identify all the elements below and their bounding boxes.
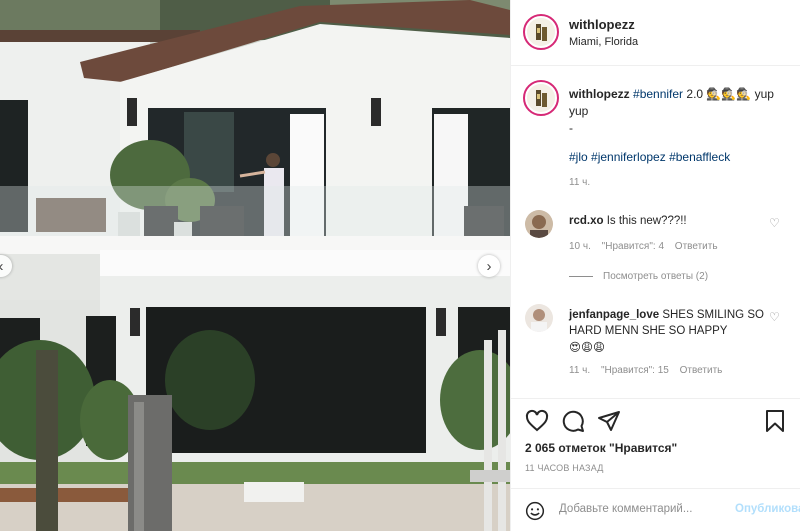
caption-hashtag-bennifer[interactable]: #bennifer <box>633 87 683 101</box>
comment-input[interactable]: Добавьте комментарий... <box>559 503 719 515</box>
caption-hashtags[interactable]: #jlo #jenniferlopez #benaffleck <box>569 149 779 166</box>
comment-text-block: jenfanpage_love SHES SMILING SO HARD MEN… <box>569 307 769 356</box>
comment-text-block: rcd.xo Is this new???!! <box>569 213 769 229</box>
post-timestamp[interactable]: 11 ЧАСОВ НАЗАД <box>525 463 604 473</box>
caption-avatar[interactable] <box>523 80 559 116</box>
view-replies-button[interactable]: Посмотреть ответы (2) <box>569 271 708 282</box>
comment-likes[interactable]: "Нравится": 4 <box>602 241 664 252</box>
comment-username[interactable]: jenfanpage_love <box>569 309 659 321</box>
next-photo-button[interactable]: › <box>478 255 500 277</box>
comment-time[interactable]: 10 ч. <box>569 241 591 252</box>
post-header: withlopezz Miami, Florida <box>511 0 800 66</box>
add-comment-bar: Добавьте комментарий... Опубликовать <box>511 488 800 531</box>
post-location[interactable]: Miami, Florida <box>569 36 638 48</box>
comment-likes[interactable]: "Нравится": 15 <box>601 365 669 376</box>
caption-text-block: withlopezz #bennifer 2.0 🕵🕵🕵 yup yup - #… <box>569 86 779 191</box>
comment-text: Is this new???!! <box>606 215 687 227</box>
commenter-avatar[interactable] <box>525 304 553 332</box>
caption-username[interactable]: withlopezz <box>569 87 630 101</box>
comment-time[interactable]: 11 ч. <box>569 365 590 376</box>
post-side-panel: withlopezz Miami, Florida withlopezz #be… <box>510 0 800 531</box>
emoji-icon[interactable] <box>525 501 545 521</box>
comment-like-heart-icon[interactable]: ♡ <box>769 310 780 324</box>
comment-meta-row: 10 ч. "Нравится": 4 Ответить <box>569 241 726 252</box>
comment-like-heart-icon[interactable]: ♡ <box>769 216 780 230</box>
bookmark-icon[interactable] <box>763 409 787 433</box>
author-username[interactable]: withlopezz <box>569 17 635 32</box>
publish-button[interactable]: Опубликовать <box>735 503 800 515</box>
commenter-photo-image <box>525 210 553 238</box>
comment-reply-button[interactable]: Ответить <box>675 241 718 252</box>
bottles-avatar-image <box>527 18 555 46</box>
comment-meta-row: 11 ч. "Нравится": 15 Ответить <box>569 365 730 376</box>
post-photo: › ‹ <box>0 0 510 531</box>
caption-dash: - <box>569 121 573 135</box>
share-icon[interactable] <box>597 409 621 433</box>
comment-emoji: 😍😩😩 <box>569 342 605 354</box>
likes-count[interactable]: 2 065 отметок "Нравится" <box>525 441 677 455</box>
comment-reply-button[interactable]: Ответить <box>680 365 723 376</box>
commenter-avatar[interactable] <box>525 210 553 238</box>
heart-icon[interactable] <box>525 409 549 433</box>
author-avatar[interactable] <box>523 14 559 50</box>
replies-divider <box>569 276 593 277</box>
house-photo-image <box>0 0 510 531</box>
caption-time[interactable]: 11 ч. <box>569 174 779 191</box>
post-actions: 2 065 отметок "Нравится" 11 ЧАСОВ НАЗАД <box>511 398 800 488</box>
bottles-avatar-image <box>527 84 555 112</box>
view-replies-label: Посмотреть ответы (2) <box>603 271 709 282</box>
commenter-photo-image <box>525 304 553 332</box>
comment-icon[interactable] <box>561 409 585 433</box>
comment-username[interactable]: rcd.xo <box>569 215 604 227</box>
